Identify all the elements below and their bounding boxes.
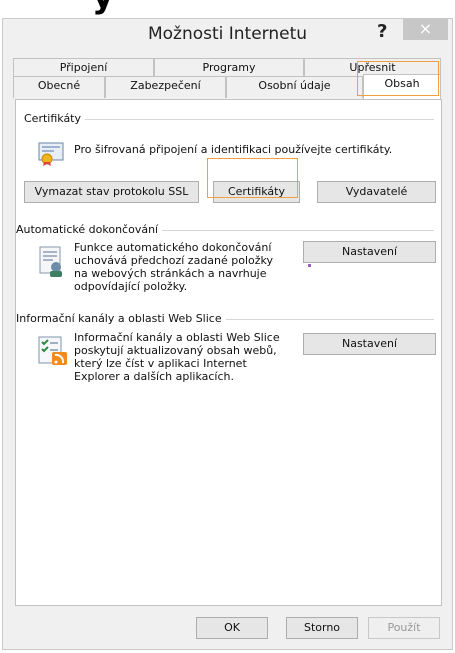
autocomplete-settings-button[interactable]: Nastavení xyxy=(303,241,436,263)
cancel-button[interactable]: Storno xyxy=(286,617,358,639)
certificates-description: Pro šifrovaná připojení a identifikaci p… xyxy=(74,143,393,156)
marker-dot xyxy=(308,264,311,267)
feeds-description: Informační kanály a oblasti Web Slice po… xyxy=(74,331,280,383)
tab-pripojeni[interactable]: Připojení xyxy=(13,58,154,76)
publishers-button[interactable]: Vydavatelé xyxy=(317,181,436,203)
help-button[interactable]: ? xyxy=(377,21,387,42)
feeds-settings-button[interactable]: Nastavení xyxy=(303,333,436,355)
highlight-obsah-tab xyxy=(357,61,439,96)
cropped-heading: y xyxy=(0,0,455,18)
section-title-autocomplete: Automatické dokončování xyxy=(16,223,163,236)
ok-button[interactable]: OK xyxy=(196,617,268,639)
highlight-certificates-button xyxy=(207,158,298,198)
tab-obecne[interactable]: Obecné xyxy=(13,76,105,98)
tab-programy[interactable]: Programy xyxy=(154,58,304,76)
autocomplete-description: Funkce automatického dokončování uchováv… xyxy=(74,241,274,293)
title-bar: Možnosti Internetu ? × xyxy=(3,18,452,49)
feeds-icon xyxy=(38,336,68,366)
close-button[interactable]: × xyxy=(403,18,448,40)
tab-osobni-udaje[interactable]: Osobní údaje xyxy=(226,76,363,98)
section-title-feeds: Informační kanály a oblasti Web Slice xyxy=(16,312,226,325)
clear-ssl-button[interactable]: Vymazat stav protokolu SSL xyxy=(24,181,199,203)
section-line xyxy=(24,119,434,120)
certificate-icon xyxy=(38,140,64,166)
tab-zabezpeceni[interactable]: Zabezpečení xyxy=(105,76,226,98)
autocomplete-icon xyxy=(38,245,66,277)
section-title-certificates: Certifikáty xyxy=(24,112,86,125)
apply-button[interactable]: Použít xyxy=(368,617,440,639)
internet-options-dialog: Možnosti Internetu ? × Připojení Program… xyxy=(2,18,453,650)
